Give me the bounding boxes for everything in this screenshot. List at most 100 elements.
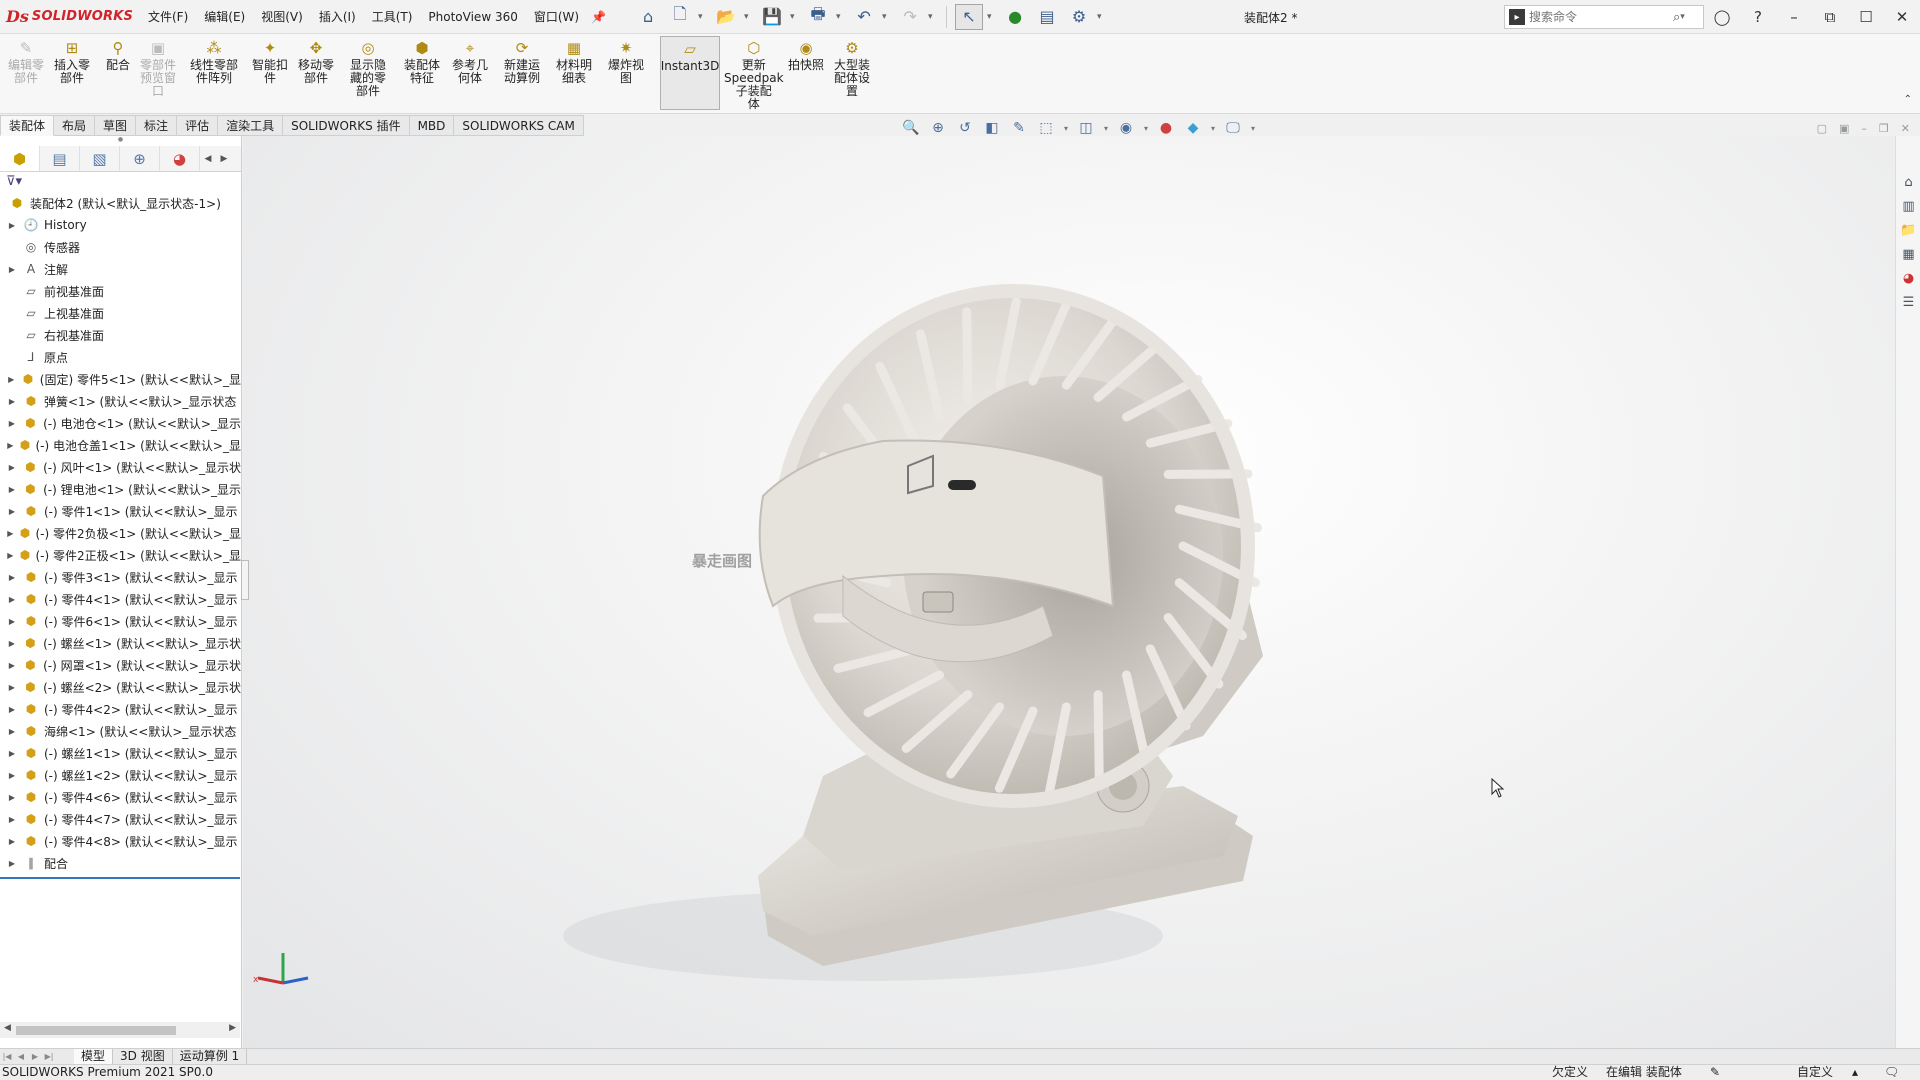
- menu-insert[interactable]: 插入(I): [311, 8, 364, 25]
- solidworks-logo[interactable]: Ds SOLIDWORKS: [0, 7, 133, 26]
- command-move-component[interactable]: ✥ 移动零 部件: [298, 38, 334, 85]
- expand-arrow-icon[interactable]: ▶: [6, 771, 18, 780]
- expand-arrow-icon[interactable]: ▶: [6, 815, 18, 824]
- user-account-icon[interactable]: ◯: [1704, 0, 1740, 34]
- tree-node[interactable]: ▶ ⬢ (-) 螺丝<2> (默认<<默认>_显示状: [0, 676, 241, 698]
- menu-photoview[interactable]: PhotoView 360: [420, 10, 525, 24]
- tree-node[interactable]: ▶ ⬢ (固定) 零件5<1> (默认<<默认>_显: [0, 368, 241, 390]
- tree-node[interactable]: ▶ ⬢ (-) 零件4<7> (默认<<默认>_显示: [0, 808, 241, 830]
- chevron-down-icon[interactable]: ▾: [1097, 12, 1107, 22]
- tab-3[interactable]: 标注: [136, 115, 178, 136]
- view-settings-icon[interactable]: 🖵: [1222, 120, 1244, 136]
- expand-arrow-icon[interactable]: ▶: [6, 595, 18, 604]
- tree-root-assembly[interactable]: ⬢ 装配体2 (默认<默认_显示状态-1>): [0, 192, 241, 214]
- last-tab-icon[interactable]: ▶|: [42, 1052, 56, 1061]
- command-instant3d[interactable]: ▱ Instant3D: [660, 36, 720, 110]
- tree-node[interactable]: ▶ ⬢ (-) 零件2正极<1> (默认<<默认>_显: [0, 544, 241, 566]
- expand-arrow-icon[interactable]: ▶: [6, 419, 18, 428]
- expand-arrow-icon[interactable]: ▶: [6, 265, 18, 274]
- chevron-down-icon[interactable]: ▾: [1680, 12, 1690, 22]
- expand-arrow-icon[interactable]: ▶: [6, 837, 18, 846]
- chevron-down-icon[interactable]: ▾: [1142, 124, 1150, 133]
- configurationmanager-tab-icon[interactable]: ▧: [80, 146, 120, 171]
- expand-arrow-icon[interactable]: ▶: [6, 617, 18, 626]
- close-icon[interactable]: ✕: [1884, 0, 1920, 34]
- tree-node[interactable]: ▶ ⬢ 弹簧<1> (默认<<默认>_显示状态: [0, 390, 241, 412]
- collapse-ribbon-icon[interactable]: ⌃: [1904, 94, 1912, 105]
- chevron-down-icon[interactable]: ▾: [744, 12, 754, 22]
- help-icon[interactable]: ?: [1740, 0, 1776, 34]
- tree-node[interactable]: ▶ ⬢ (-) 零件4<2> (默认<<默认>_显示: [0, 698, 241, 720]
- scroll-left-icon[interactable]: ◀: [4, 1023, 11, 1033]
- search-commands-icon[interactable]: ▸: [1509, 9, 1525, 25]
- tree-node[interactable]: ◎ 传感器: [0, 236, 241, 258]
- panel-splitter-handle[interactable]: [241, 560, 249, 600]
- displaymanager-tab-icon[interactable]: ◕: [160, 146, 200, 171]
- expand-arrow-icon[interactable]: ▶: [6, 727, 18, 736]
- tree-node[interactable]: ▱ 右视基准面: [0, 324, 241, 346]
- expand-arrow-icon[interactable]: ▶: [6, 507, 18, 516]
- chevron-down-icon[interactable]: ▾: [987, 12, 997, 22]
- tree-node[interactable]: ▶ ⬢ (-) 螺丝1<2> (默认<<默认>_显示: [0, 764, 241, 786]
- tree-node[interactable]: ▶ ⬢ (-) 零件4<6> (默认<<默认>_显示: [0, 786, 241, 808]
- expand-arrow-icon[interactable]: ▶: [6, 375, 16, 384]
- custom-properties-icon[interactable]: ☰: [1896, 290, 1920, 314]
- tree-node[interactable]: ▶ ⬢ (-) 电池仓<1> (默认<<默认>_显示: [0, 412, 241, 434]
- panel-grip[interactable]: ●: [0, 136, 241, 146]
- scroll-right-icon[interactable]: ▶: [229, 1023, 236, 1033]
- chevron-down-icon[interactable]: ▾: [1102, 124, 1110, 133]
- chevron-down-icon[interactable]: ▾: [790, 12, 800, 22]
- command-edit-component[interactable]: ✎ 编辑零 部件: [8, 38, 44, 85]
- tab-5[interactable]: 渲染工具: [218, 115, 284, 136]
- hide-show-items-icon[interactable]: ◉: [1115, 120, 1137, 136]
- split-pane-icon[interactable]: ▣: [1839, 122, 1849, 135]
- command-large-assembly[interactable]: ⚙ 大型装 配体设 置: [834, 38, 870, 98]
- command-linear-pattern[interactable]: ⁂ 线性零部 件阵列: [190, 38, 238, 85]
- expand-arrow-icon[interactable]: ▶: [6, 639, 18, 648]
- menu-window[interactable]: 窗口(W): [526, 8, 587, 25]
- save-icon[interactable]: 💾: [758, 4, 786, 30]
- section-view-icon[interactable]: ◧: [981, 120, 1003, 136]
- expand-arrow-icon[interactable]: ▶: [6, 221, 18, 230]
- propertymanager-tab-icon[interactable]: ▤: [40, 146, 80, 171]
- tree-node[interactable]: ▶ ⬢ (-) 风叶<1> (默认<<默认>_显示状: [0, 456, 241, 478]
- command-smart-fastener[interactable]: ✦ 智能扣 件: [252, 38, 288, 85]
- chevron-down-icon[interactable]: ▾: [1062, 124, 1070, 133]
- prev-tab-icon[interactable]: ◀: [14, 1052, 28, 1061]
- fan-model[interactable]: [243, 136, 1895, 1048]
- units-selector[interactable]: 自定义: [1797, 1065, 1833, 1080]
- featuremanager-tab-icon[interactable]: ⬢: [0, 146, 40, 171]
- expand-arrow-icon[interactable]: ▶: [6, 485, 18, 494]
- rollback-bar[interactable]: [0, 877, 240, 879]
- edit-appearance-icon[interactable]: ●: [1155, 120, 1177, 136]
- previous-view-icon[interactable]: ↺: [954, 120, 976, 136]
- search-icon[interactable]: ⌕: [1673, 10, 1680, 25]
- tree-node[interactable]: ▶ ⬢ (-) 螺丝<1> (默认<<默认>_显示状: [0, 632, 241, 654]
- tree-node[interactable]: ▶ ∥ 配合: [0, 852, 241, 874]
- restore-pane-icon[interactable]: ▢: [1817, 122, 1827, 135]
- undo-icon[interactable]: ↶: [850, 4, 878, 30]
- command-assembly-feature[interactable]: ⬢ 装配体 特征: [404, 38, 440, 85]
- dynamic-annotation-icon[interactable]: ✎: [1008, 120, 1030, 136]
- command-speedpak[interactable]: ⬡ 更新 Speedpak 子装配 体: [724, 38, 784, 111]
- menu-file[interactable]: 文件(F): [140, 8, 196, 25]
- zoom-to-area-icon[interactable]: ⊕: [927, 120, 949, 136]
- appearances-icon[interactable]: ◕: [1896, 266, 1920, 290]
- menu-tools[interactable]: 工具(T): [364, 8, 421, 25]
- solidworks-resources-icon[interactable]: ⌂: [1896, 170, 1920, 194]
- tab-scroll-right-icon[interactable]: ▶: [216, 146, 232, 171]
- tooltip-icon[interactable]: 🗨: [1884, 1065, 1899, 1080]
- minimize-icon[interactable]: –: [1776, 0, 1812, 34]
- new-document-icon[interactable]: 🗋: [666, 4, 694, 30]
- design-library-icon[interactable]: ▥: [1896, 194, 1920, 218]
- tab-3d-views[interactable]: 3D 视图: [113, 1049, 173, 1064]
- display-style-icon[interactable]: ◫: [1075, 120, 1097, 136]
- command-reference-geometry[interactable]: ⌖ 参考几 何体: [452, 38, 488, 85]
- filter-icon[interactable]: ⊽▾: [0, 172, 241, 192]
- expand-arrow-icon[interactable]: ▶: [6, 859, 18, 868]
- tree-node[interactable]: ▶ ⬢ (-) 零件4<1> (默认<<默认>_显示: [0, 588, 241, 610]
- tab-6[interactable]: SOLIDWORKS 插件: [283, 115, 410, 136]
- tree-node[interactable]: ▶ A 注解: [0, 258, 241, 280]
- expand-arrow-icon[interactable]: ▶: [6, 573, 18, 582]
- tree-node[interactable]: ▶ ⬢ (-) 零件1<1> (默认<<默认>_显示: [0, 500, 241, 522]
